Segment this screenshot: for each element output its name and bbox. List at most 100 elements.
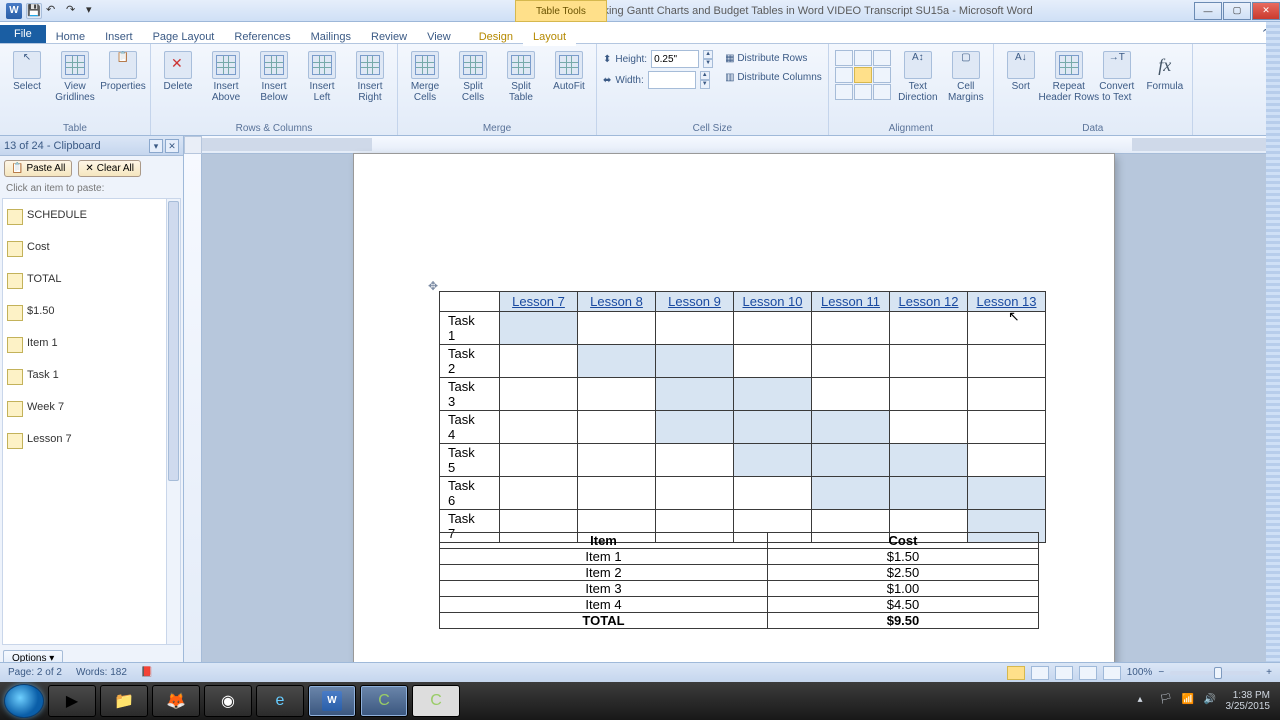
gantt-cell[interactable]	[812, 312, 890, 345]
properties-button[interactable]: 📋Properties	[102, 47, 144, 92]
task-ie[interactable]: e	[256, 685, 304, 717]
vertical-scrollbar[interactable]	[1266, 22, 1280, 662]
gantt-cell[interactable]	[968, 444, 1046, 477]
gantt-cell[interactable]	[578, 411, 656, 444]
redo-icon[interactable]: ↷	[66, 3, 82, 19]
task-camtasia[interactable]: C	[412, 685, 460, 717]
view-gridlines-button[interactable]: View Gridlines	[54, 47, 96, 103]
clipboard-scrollbar[interactable]	[166, 199, 180, 644]
gantt-cell[interactable]	[890, 312, 968, 345]
insert-left-button[interactable]: Insert Left	[301, 47, 343, 103]
tray-show-hidden-icon[interactable]: ▴	[1138, 694, 1152, 708]
budget-cell[interactable]: Item 4	[440, 597, 768, 613]
horizontal-ruler[interactable]	[202, 136, 1280, 154]
distribute-columns-button[interactable]: ▥ Distribute Columns	[725, 72, 822, 83]
clipboard-item[interactable]: Lesson 7	[3, 423, 180, 455]
task-chrome[interactable]: ◉	[204, 685, 252, 717]
gantt-cell[interactable]	[890, 411, 968, 444]
insert-below-button[interactable]: Insert Below	[253, 47, 295, 103]
gantt-cell[interactable]	[500, 345, 578, 378]
clipboard-item[interactable]: SCHEDULE	[3, 199, 180, 231]
gantt-cell[interactable]	[500, 378, 578, 411]
gantt-cell[interactable]	[656, 477, 734, 510]
clipboard-item[interactable]: TOTAL	[3, 263, 180, 295]
status-page[interactable]: Page: 2 of 2	[8, 667, 62, 678]
clipboard-close-icon[interactable]: ✕	[165, 139, 179, 153]
task-explorer[interactable]: 📁	[100, 685, 148, 717]
paste-all-button[interactable]: 📋Paste All	[4, 160, 72, 177]
gantt-cell[interactable]	[812, 477, 890, 510]
budget-table[interactable]: Item Cost Item 1$1.50Item 2$2.50Item 3$1…	[439, 532, 1039, 629]
zoom-slider[interactable]	[1170, 671, 1260, 675]
merge-cells-button[interactable]: Merge Cells	[404, 47, 446, 103]
text-direction-button[interactable]: A↕Text Direction	[897, 47, 939, 103]
tray-volume-icon[interactable]: 🔊	[1204, 694, 1218, 708]
alignment-grid[interactable]	[835, 50, 891, 100]
gantt-cell[interactable]	[500, 312, 578, 345]
gantt-table[interactable]: Lesson 7Lesson 8Lesson 9Lesson 10Lesson …	[439, 291, 1046, 543]
view-full-screen-button[interactable]	[1031, 666, 1049, 680]
select-button[interactable]: ↖Select	[6, 47, 48, 92]
delete-button[interactable]: Delete	[157, 47, 199, 92]
tray-action-center-icon[interactable]: 🏳	[1160, 694, 1174, 708]
gantt-cell[interactable]	[968, 378, 1046, 411]
budget-cell[interactable]: $1.00	[767, 581, 1038, 597]
task-word[interactable]: W	[308, 685, 356, 717]
distribute-rows-button[interactable]: ▦ Distribute Rows	[725, 53, 822, 64]
width-input[interactable]	[648, 71, 696, 89]
insert-above-button[interactable]: Insert Above	[205, 47, 247, 103]
clipboard-item[interactable]: Task 1	[3, 359, 180, 391]
tray-network-icon[interactable]: 📶	[1182, 694, 1196, 708]
gantt-cell[interactable]	[578, 378, 656, 411]
gantt-cell[interactable]	[890, 378, 968, 411]
gantt-cell[interactable]	[656, 345, 734, 378]
view-print-layout-button[interactable]	[1007, 666, 1025, 680]
gantt-cell[interactable]	[734, 411, 812, 444]
sort-button[interactable]: A↓Sort	[1000, 47, 1042, 92]
close-button[interactable]: ✕	[1252, 2, 1280, 20]
budget-total-cell[interactable]: TOTAL	[440, 613, 768, 629]
gantt-cell[interactable]	[812, 411, 890, 444]
budget-cell[interactable]: Item 2	[440, 565, 768, 581]
autofit-button[interactable]: AutoFit	[548, 47, 590, 92]
formula-button[interactable]: fxFormula	[1144, 47, 1186, 92]
gantt-cell[interactable]	[734, 378, 812, 411]
gantt-cell[interactable]	[656, 444, 734, 477]
task-camtasia-rec[interactable]: C	[360, 685, 408, 717]
width-spinner[interactable]: ▲▼	[700, 71, 710, 89]
gantt-cell[interactable]	[734, 477, 812, 510]
gantt-cell[interactable]	[578, 312, 656, 345]
gantt-cell[interactable]	[812, 345, 890, 378]
gantt-cell[interactable]	[890, 444, 968, 477]
start-button[interactable]	[4, 684, 44, 718]
zoom-level[interactable]: 100%	[1127, 667, 1153, 678]
insert-right-button[interactable]: Insert Right	[349, 47, 391, 103]
budget-cell[interactable]: Item 1	[440, 549, 768, 565]
split-table-button[interactable]: Split Table	[500, 47, 542, 103]
clipboard-menu-icon[interactable]: ▾	[149, 139, 163, 153]
undo-icon[interactable]: ↶	[46, 3, 62, 19]
repeat-header-button[interactable]: Repeat Header Rows	[1048, 47, 1090, 103]
gantt-cell[interactable]	[578, 477, 656, 510]
proofing-icon[interactable]: 📕	[141, 667, 153, 678]
gantt-cell[interactable]	[968, 345, 1046, 378]
budget-cell[interactable]: $1.50	[767, 549, 1038, 565]
vertical-ruler[interactable]	[184, 154, 202, 670]
clipboard-item[interactable]: Week 7	[3, 391, 180, 423]
gantt-cell[interactable]	[812, 444, 890, 477]
budget-cell[interactable]: $2.50	[767, 565, 1038, 581]
save-icon[interactable]: 💾	[26, 3, 42, 19]
budget-cell[interactable]: $4.50	[767, 597, 1038, 613]
clear-all-button[interactable]: ✕Clear All	[78, 160, 141, 177]
task-media-player[interactable]: ▶	[48, 685, 96, 717]
document-editor[interactable]: ✥ Lesson 7Lesson 8Lesson 9Lesson 10Lesso…	[184, 136, 1280, 670]
gantt-cell[interactable]	[578, 444, 656, 477]
minimize-button[interactable]: —	[1194, 2, 1222, 20]
gantt-cell[interactable]	[968, 312, 1046, 345]
tray-clock[interactable]: 1:38 PM 3/25/2015	[1226, 690, 1271, 712]
clipboard-item[interactable]: Item 1	[3, 327, 180, 359]
table-move-handle-icon[interactable]: ✥	[428, 279, 440, 291]
task-firefox[interactable]: 🦊	[152, 685, 200, 717]
zoom-in-button[interactable]: +	[1266, 667, 1272, 678]
split-cells-button[interactable]: Split Cells	[452, 47, 494, 103]
